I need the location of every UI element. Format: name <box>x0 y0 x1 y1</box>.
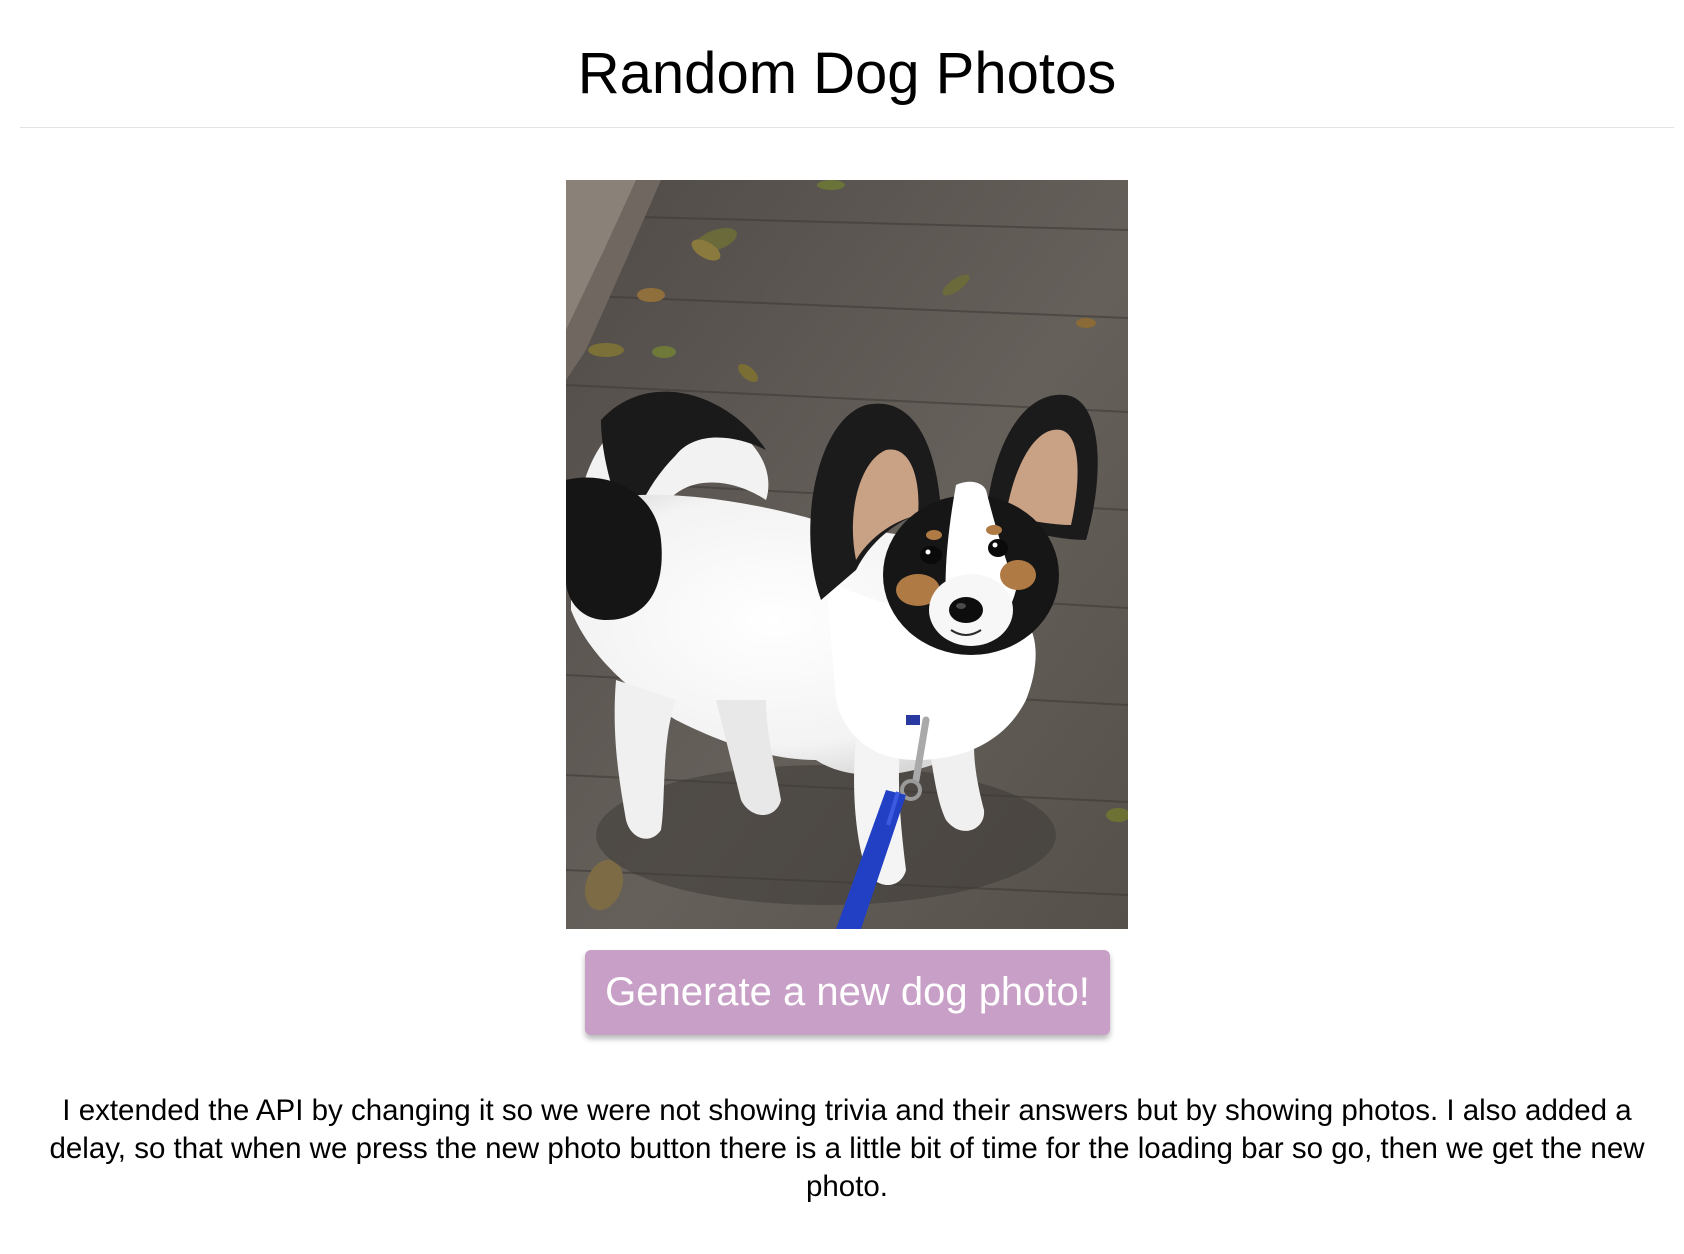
generate-dog-photo-button[interactable]: Generate a new dog photo! <box>585 950 1110 1035</box>
page-header: Random Dog Photos <box>20 0 1674 128</box>
page-title: Random Dog Photos <box>577 41 1117 106</box>
dog-photo-image <box>566 180 1128 929</box>
dog-photo <box>566 180 1128 929</box>
description-text: I extended the API by changing it so we … <box>49 1094 1645 1203</box>
